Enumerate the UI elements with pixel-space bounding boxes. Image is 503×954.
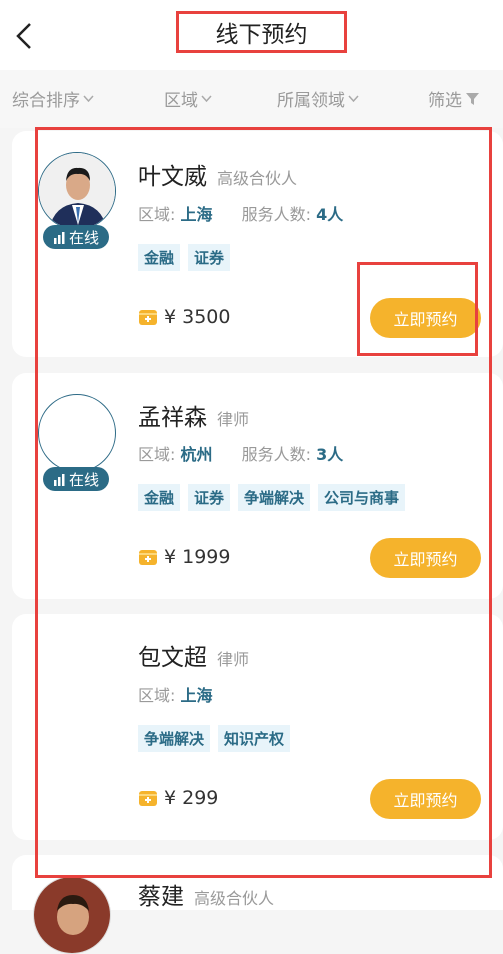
region-value: 上海: [180, 205, 213, 224]
lawyer-role: 高级合伙人: [194, 889, 275, 908]
served-value: 3人: [316, 445, 344, 464]
served-label: 服务人数:: [241, 205, 312, 224]
filter-sort-label: 综合排序: [12, 91, 80, 111]
lawyer-name: 蔡建: [138, 884, 184, 910]
page-title: 线下预约: [176, 11, 347, 53]
region-label: 区域:: [138, 686, 176, 705]
price-value: ¥ 3500: [164, 306, 231, 328]
price: ¥ 3500: [138, 306, 230, 328]
filter-screen[interactable]: 筛选: [428, 86, 480, 111]
header: 线下预约: [0, 0, 503, 70]
price: ¥ 1999: [138, 546, 230, 568]
online-label: 在线: [68, 470, 99, 489]
filter-region[interactable]: 区域: [164, 86, 212, 111]
tag: 知识产权: [218, 725, 291, 752]
funnel-icon: [466, 93, 479, 105]
served-label: 服务人数:: [241, 445, 312, 464]
book-now-button[interactable]: 立即预约: [370, 298, 481, 338]
wallet-icon: [139, 791, 157, 806]
lawyer-card[interactable]: 在线 孟祥森 律师 区域: 杭州 服务人数: 3人 金融 证券 争端解决 公司与商…: [12, 373, 503, 599]
filter-region-label: 区域: [164, 91, 198, 111]
lawyer-card[interactable]: 蔡建 高级合伙人: [12, 855, 503, 954]
tag-list: 金融 证券 争端解决 公司与商事: [138, 484, 406, 511]
avatar: [33, 876, 111, 954]
avatar: [38, 394, 116, 472]
lawyer-role: 高级合伙人: [217, 169, 298, 188]
chevron-down-icon: [348, 95, 359, 103]
price-value: ¥ 1999: [164, 546, 231, 568]
online-badge: 在线: [43, 467, 109, 491]
signal-bars-icon: [53, 473, 65, 486]
book-now-button[interactable]: 立即预约: [370, 538, 481, 578]
lawyer-name-row: 叶文威 高级合伙人: [138, 157, 297, 191]
lawyer-role: 律师: [217, 650, 250, 669]
price: ¥ 299: [138, 787, 218, 809]
chevron-down-icon: [83, 95, 94, 103]
tag: 金融: [138, 484, 181, 511]
lawyer-name-row: 包文超 律师: [138, 638, 249, 672]
lawyer-info: 区域: 杭州 服务人数: 3人: [138, 441, 343, 465]
lawyer-role: 律师: [217, 410, 250, 429]
wallet-icon: [139, 310, 157, 325]
lawyer-name: 包文超: [138, 645, 207, 671]
served-value: 4人: [316, 205, 344, 224]
region-label: 区域:: [138, 205, 176, 224]
lawyer-photo: [34, 877, 110, 953]
online-badge: 在线: [43, 225, 109, 249]
online-label: 在线: [68, 228, 99, 247]
lawyer-info: 区域: 上海: [138, 682, 213, 706]
lawyer-card[interactable]: 在线 叶文威 高级合伙人 区域: 上海 服务人数: 4人 金融 证券 ¥ 3500…: [12, 131, 503, 357]
lawyer-name: 叶文威: [138, 164, 207, 190]
region-value: 上海: [180, 686, 213, 705]
filter-sort[interactable]: 综合排序: [12, 86, 94, 111]
filter-screen-label: 筛选: [428, 91, 462, 111]
back-arrow-icon[interactable]: [10, 16, 40, 56]
tag-list: 金融 证券: [138, 244, 231, 271]
region-label: 区域:: [138, 445, 176, 464]
tag-list: 争端解决 知识产权: [138, 725, 291, 752]
book-now-button[interactable]: 立即预约: [370, 779, 481, 819]
tag: 争端解决: [138, 725, 211, 752]
filter-field[interactable]: 所属领域: [277, 86, 359, 111]
avatar: [38, 152, 116, 230]
lawyer-name: 孟祥森: [138, 405, 207, 431]
tag: 公司与商事: [318, 484, 406, 511]
lawyer-photo: [39, 153, 115, 229]
lawyer-info: 区域: 上海 服务人数: 4人: [138, 201, 343, 225]
region-value: 杭州: [180, 445, 213, 464]
lawyer-name-row: 孟祥森 律师: [138, 398, 249, 432]
wallet-icon: [139, 550, 157, 565]
tag: 证券: [188, 244, 231, 271]
tag: 金融: [138, 244, 181, 271]
signal-bars-icon: [53, 231, 65, 244]
filter-field-label: 所属领域: [277, 91, 345, 111]
price-value: ¥ 299: [164, 787, 219, 809]
chevron-down-icon: [201, 95, 212, 103]
tag: 争端解决: [238, 484, 311, 511]
lawyer-name-row: 蔡建 高级合伙人: [138, 877, 274, 911]
tag: 证券: [188, 484, 231, 511]
lawyer-card[interactable]: 包文超 律师 区域: 上海 争端解决 知识产权 ¥ 299 立即预约: [12, 614, 503, 840]
